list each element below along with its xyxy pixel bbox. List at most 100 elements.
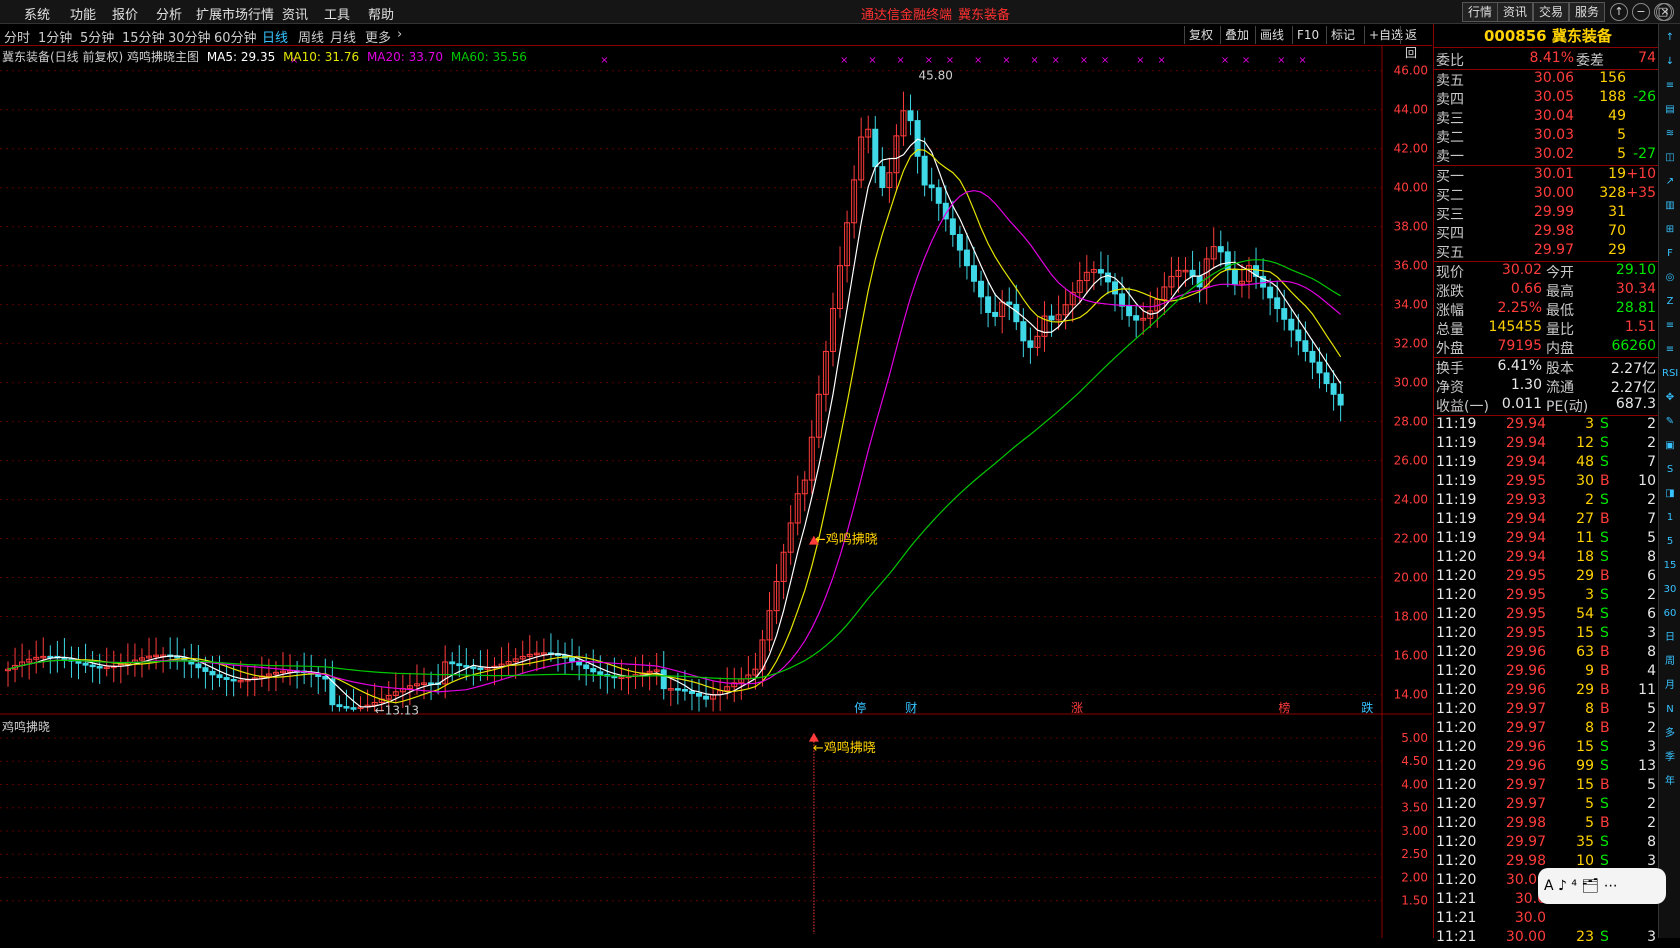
kline-chart[interactable]: 46.00 44.00 42.00 40.00 38.00 36.00 34.00 32.00… [0,46,1432,938]
top-button-1[interactable]: 资讯 [1497,2,1534,22]
event-marker-2[interactable]: 涨 [1071,700,1083,715]
sidebar-tool-17[interactable]: ▣ [1662,438,1678,454]
sidebar-tool-5[interactable]: ◫ [1662,150,1678,166]
tab-9[interactable]: 更多 [365,27,391,46]
sidebar-tool-21[interactable]: 5 [1662,534,1678,550]
quote-header: 000856 冀东装备 [1434,24,1658,48]
tab-0[interactable]: 分时 [4,27,30,46]
marker-x: × [925,55,933,66]
menu-1[interactable]: 功能 [70,4,96,23]
tab-8[interactable]: 月线 [330,27,356,46]
minimize-icon[interactable]: − [1632,3,1650,21]
stat-row-3-cell: 总量 [1436,322,1464,338]
candle-body [583,664,590,670]
y-tick-label: 38.00 [1394,220,1428,234]
tick-row-cell: 15 [1576,739,1594,755]
event-marker-0[interactable]: 停 [854,700,866,715]
candle-body [688,690,695,694]
stat-row-4-cell: 79195 [1497,338,1542,354]
tab-3[interactable]: 15分钟 [122,27,165,46]
event-marker-3[interactable]: 榜 [1278,700,1290,715]
tick-row-cell: 48 [1576,454,1594,470]
tab-5[interactable]: 60分钟 [214,27,257,46]
tab-10[interactable]: › [397,27,402,42]
tick-row-cell: 11:19 [1436,473,1477,489]
tab-1[interactable]: 1分钟 [38,27,72,46]
sidebar-tool-2[interactable]: ≡ [1662,78,1678,94]
candle-body [1323,372,1330,385]
sidebar-tool-31[interactable]: 年 [1662,774,1678,790]
tick-row-cell: 29.96 [1505,663,1546,679]
menu-0[interactable]: 系统 [24,4,50,23]
sidebar-tool-6[interactable]: ↗ [1662,174,1678,190]
tab-4[interactable]: 30分钟 [168,27,211,46]
sidebar-tool-27[interactable]: 月 [1662,678,1678,694]
sidebar-tool-12[interactable]: ≡ [1662,318,1678,334]
buy-level-4-cell: 29.97 [1533,242,1574,258]
sidebar-tool-13[interactable]: ≡ [1662,342,1678,358]
sidebar-tool-9[interactable]: F [1662,246,1678,262]
sidebar-tool-3[interactable]: ▤ [1662,102,1678,118]
buy-level-1-cell: +35 [1626,185,1656,201]
sidebar-tool-26[interactable]: 周 [1662,654,1678,670]
sidebar-tool-18[interactable]: S [1662,462,1678,478]
menu-5[interactable]: 资讯 [282,4,308,23]
restore-icon[interactable]: ↑ [1610,3,1628,21]
marker-x: × [600,55,608,66]
tab-7[interactable]: 周线 [298,27,324,46]
marker-x: × [974,55,982,66]
period-tab-bar: 分时 1分钟 5分钟 15分钟 30分钟 60分钟 日线 周线 月线 更多 › 复权 叠加 画线 F10 标记… [0,24,1432,60]
tab-2[interactable]: 5分钟 [80,27,114,46]
menu-6[interactable]: 工具 [324,4,350,23]
tick-row-cell: 11:20 [1436,815,1477,831]
sell-level-1-cell: 卖四 [1436,92,1464,108]
menu-4[interactable]: 扩展市场行情 [196,4,274,23]
toolbar-button-6[interactable]: 返回 [1400,26,1432,60]
menu-3[interactable]: 分析 [156,4,182,23]
menu-2[interactable]: 报价 [112,4,138,23]
top-button-0[interactable]: 行情 [1462,2,1499,22]
sidebar-tool-10[interactable]: ◎ [1662,270,1678,286]
low-label: ←13.13 [375,703,419,717]
toolbar-button-2[interactable]: 画线 [1255,26,1288,44]
sidebar-tool-28[interactable]: N [1662,702,1678,718]
top-button-3[interactable]: 服务 [1569,2,1606,22]
tick-row-cell: 29 [1576,682,1594,698]
sidebar-tool-0[interactable]: ↑ [1662,30,1678,46]
event-marker-1[interactable]: 财 [905,701,917,715]
sidebar-tool-30[interactable]: 季 [1662,750,1678,766]
sidebar-tool-19[interactable]: ◨ [1662,486,1678,502]
sidebar-tool-23[interactable]: 30 [1662,582,1678,598]
sidebar-tool-25[interactable]: 日 [1662,630,1678,646]
sidebar-tool-8[interactable]: ⊞ [1662,222,1678,238]
sidebar-tool-20[interactable]: 1 [1662,510,1678,526]
sidebar-tool-11[interactable]: Z [1662,294,1678,310]
input-method-widget[interactable]: A ♪ ⁴ 🗂 ⋯ [1538,868,1666,904]
tab-6[interactable]: 日线 [262,27,288,46]
sidebar-tool-29[interactable]: 多 [1662,726,1678,742]
stat2-row-0-cell: 2.27亿 [1610,361,1656,377]
tick-row-cell: 4 [1647,663,1656,679]
sidebar-tool-14[interactable]: RSI [1662,366,1678,382]
sidebar-tool-24[interactable]: 60 [1662,606,1678,622]
tick-row-cell: S [1600,492,1609,508]
close-icon[interactable]: × [1656,3,1674,21]
marker-x: × [840,55,848,66]
sidebar-tool-22[interactable]: 15 [1662,558,1678,574]
event-marker-4[interactable]: 跌 [1361,700,1373,715]
sidebar-tool-15[interactable]: ✥ [1662,390,1678,406]
toolbar-button-1[interactable]: 叠加 [1220,26,1253,44]
sidebar-tool-4[interactable]: ≋ [1662,126,1678,142]
sidebar-tool-16[interactable]: ✎ [1662,414,1678,430]
toolbar-button-0[interactable]: 复权 [1184,26,1217,44]
candle-body [1281,308,1288,320]
tick-row-cell: 29.96 [1505,739,1546,755]
tick-row: 11:19 29.94 11 S 5 [1434,530,1659,549]
toolbar-button-3[interactable]: F10 [1292,26,1323,44]
sidebar-tool-7[interactable]: ▥ [1662,198,1678,214]
stat-row-3-cell: 1.51 [1624,319,1656,335]
sidebar-tool-1[interactable]: ↓ [1662,54,1678,70]
toolbar-button-4[interactable]: 标记 [1326,26,1359,44]
menu-7[interactable]: 帮助 [368,4,394,23]
top-button-2[interactable]: 交易 [1533,2,1570,22]
